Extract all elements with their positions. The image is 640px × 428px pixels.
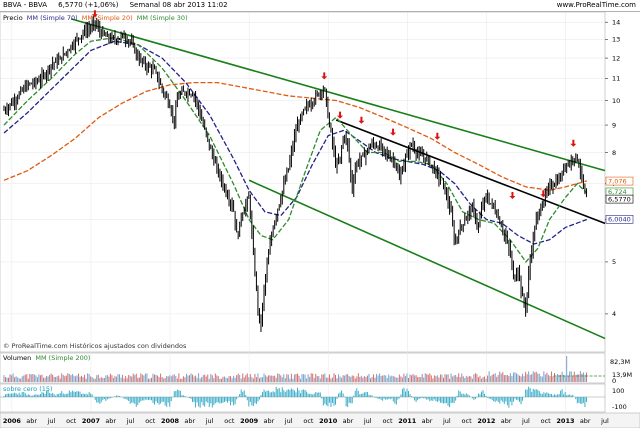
x-tick-month: oct — [303, 417, 314, 425]
x-tick-month: abr — [501, 417, 512, 425]
x-tick-month: oct — [382, 417, 393, 425]
x-tick-month: oct — [462, 417, 473, 425]
x-tick-year: 2007 — [82, 417, 100, 425]
legend-volume-sma: MM (Simple 200) — [35, 354, 90, 362]
x-tick-month: jul — [47, 417, 56, 425]
footnote: © ProRealTime.com Históricos ajustados c… — [3, 342, 187, 350]
x-tick-month: abr — [105, 417, 116, 425]
x-tick-year: 2006 — [3, 417, 22, 425]
y-tick-label: 12 — [612, 54, 620, 62]
x-tick-month: abr — [343, 417, 354, 425]
value-label: 6,0040 — [608, 216, 631, 224]
x-tick-month: abr — [580, 417, 591, 425]
volume-legend: Volumen MM (Simple 200) — [3, 354, 90, 362]
value-label: 7,076 — [608, 177, 627, 185]
price-legend: Precio MM (Simple 70) MM (Simple 20) MM … — [3, 14, 188, 22]
volume-label-zero: 0 — [612, 377, 616, 385]
legend-sma70: MM (Simple 70) — [27, 14, 78, 22]
x-tick-month: abr — [263, 417, 274, 425]
x-tick-month: jul — [205, 417, 214, 425]
oscillator-label-max: 100 — [612, 387, 624, 395]
x-tick-month: jul — [600, 417, 609, 425]
oscillator-legend: sobre cero (15) — [3, 385, 53, 393]
y-tick-label: 13 — [612, 36, 620, 44]
x-tick-year: 2012 — [477, 417, 495, 425]
legend-sma20: MM (Simple 20) — [82, 14, 133, 22]
x-tick-year: 2011 — [398, 417, 417, 425]
y-tick-label: 8 — [612, 149, 616, 157]
value-label: 6,5770 — [608, 195, 631, 203]
y-tick-label: 14 — [612, 18, 620, 26]
x-tick-month: abr — [26, 417, 37, 425]
y-tick-label: 9 — [612, 121, 616, 129]
y-axis-ticks: 4567891011121314 — [605, 18, 620, 318]
x-tick-year: 2009 — [240, 417, 259, 425]
x-tick-month: jul — [442, 417, 451, 425]
oscillator-label-min: -100 — [612, 403, 627, 411]
x-tick-year: 2010 — [319, 417, 338, 425]
chart-canvas: 4567891011121314 7,0766,7246,57706,0040 … — [0, 10, 640, 428]
y-tick-label: 5 — [612, 258, 616, 266]
x-tick-month: oct — [224, 417, 235, 425]
x-tick-month: jul — [126, 417, 135, 425]
x-tick-month: abr — [422, 417, 433, 425]
x-tick-year: 2008 — [161, 417, 180, 425]
x-tick-month: jul — [363, 417, 372, 425]
volume-label-max: 82,3M — [610, 358, 630, 366]
x-tick-year: 2013 — [556, 417, 574, 425]
x-tick-month: oct — [541, 417, 552, 425]
x-tick-month: jul — [521, 417, 530, 425]
y-tick-label: 11 — [612, 75, 620, 83]
value-labels: 7,0766,7246,57706,0040 — [605, 176, 634, 224]
legend-price: Precio — [3, 14, 23, 22]
x-tick-month: abr — [184, 417, 195, 425]
x-tick-month: jul — [284, 417, 293, 425]
y-tick-label: 4 — [612, 310, 616, 318]
y-tick-label: 10 — [612, 97, 620, 105]
legend-sma30: MM (Simple 30) — [137, 14, 188, 22]
x-tick-month: oct — [145, 417, 156, 425]
legend-volume: Volumen — [3, 354, 31, 362]
x-tick-month: oct — [66, 417, 77, 425]
